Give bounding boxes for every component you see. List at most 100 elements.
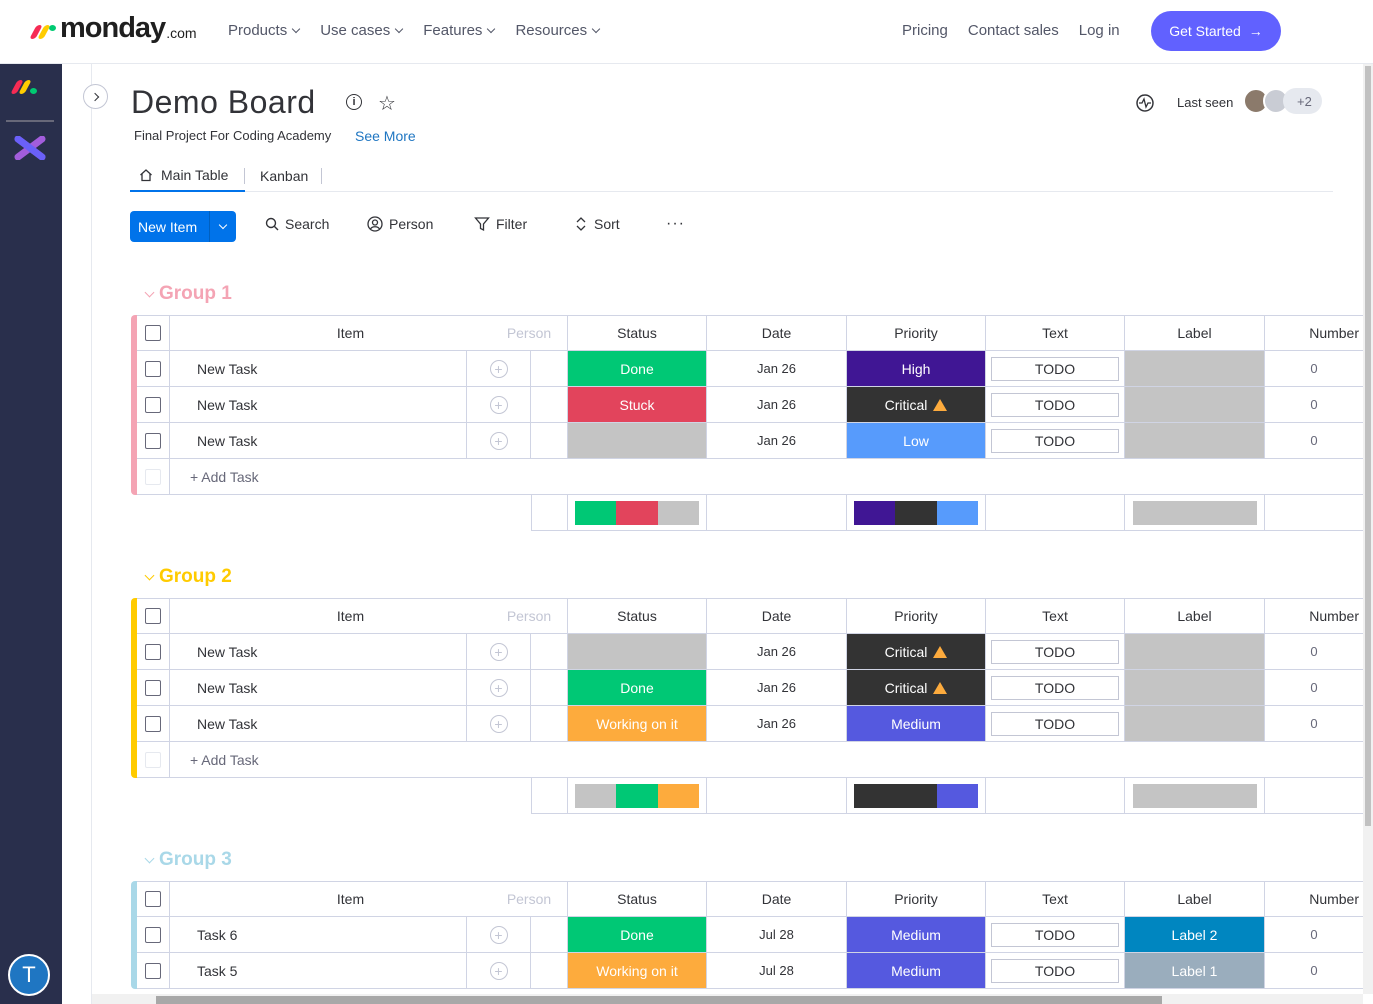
get-started-button[interactable]: Get Started → (1151, 11, 1281, 51)
sort-button[interactable]: Sort (574, 216, 620, 232)
label-cell[interactable] (1125, 351, 1265, 387)
add-update-button[interactable]: + (467, 387, 531, 423)
person-filter-button[interactable]: Person (367, 216, 433, 232)
priority-summary[interactable] (847, 495, 986, 531)
column-header-priority[interactable]: Priority (847, 598, 986, 634)
vertical-scrollbar-thumb[interactable] (1365, 66, 1371, 826)
text-value[interactable]: TODO (991, 675, 1119, 700)
priority-cell[interactable]: Critical (847, 670, 986, 706)
horizontal-scrollbar[interactable] (92, 994, 1363, 1004)
select-all-checkbox-cell[interactable] (137, 315, 170, 351)
add-task-input[interactable]: + Add Task (170, 459, 1363, 495)
status-cell[interactable] (568, 423, 707, 459)
add-update-button[interactable]: + (467, 423, 531, 459)
text-value[interactable]: TODO (991, 958, 1119, 983)
checkbox[interactable] (145, 962, 161, 979)
column-header-number[interactable]: Number (1265, 881, 1363, 917)
add-update-button[interactable]: + (467, 953, 531, 989)
row-checkbox-cell[interactable] (137, 423, 170, 459)
user-avatar[interactable]: T (8, 954, 50, 996)
login-link[interactable]: Log in (1079, 22, 1120, 39)
group-header[interactable]: Group 1 (144, 283, 232, 305)
vertical-scrollbar[interactable] (1363, 64, 1373, 994)
label-cell[interactable] (1125, 634, 1265, 670)
group-title[interactable]: Group 3 (159, 849, 232, 871)
number-cell[interactable]: 0 (1265, 917, 1363, 953)
column-header-label[interactable]: Label (1125, 598, 1265, 634)
label-cell[interactable] (1125, 387, 1265, 423)
label-cell[interactable]: Label 1 (1125, 953, 1265, 989)
text-value[interactable]: TODO (991, 922, 1119, 947)
group-title[interactable]: Group 2 (159, 566, 232, 588)
task-name[interactable]: New Task (170, 423, 467, 459)
column-header-person[interactable]: Person (491, 315, 568, 351)
column-header-number[interactable]: Number (1265, 598, 1363, 634)
tab-kanban[interactable]: Kanban (260, 160, 308, 192)
checkbox[interactable] (145, 926, 161, 943)
column-header-status[interactable]: Status (568, 315, 707, 351)
column-header-date[interactable]: Date (707, 315, 847, 351)
checkbox[interactable] (145, 715, 161, 732)
checkbox[interactable] (145, 396, 161, 413)
number-cell[interactable]: 0 (1265, 423, 1363, 459)
date-cell[interactable]: Jul 28 (707, 917, 847, 953)
column-header-person[interactable]: Person (491, 881, 568, 917)
add-update-button[interactable]: + (467, 351, 531, 387)
column-header-date[interactable]: Date (707, 881, 847, 917)
number-cell[interactable]: 0 (1265, 706, 1363, 742)
number-cell[interactable]: 0 (1265, 953, 1363, 989)
person-cell[interactable] (531, 387, 568, 423)
column-header-item[interactable]: Item (170, 315, 531, 351)
activity-icon[interactable] (1136, 94, 1154, 112)
text-cell[interactable]: TODO (986, 706, 1125, 742)
checkbox[interactable] (145, 643, 161, 660)
person-cell[interactable] (531, 423, 568, 459)
status-cell[interactable]: Working on it (568, 706, 707, 742)
row-checkbox-cell[interactable] (137, 706, 170, 742)
expand-sidebar-button[interactable] (83, 84, 108, 109)
task-name[interactable]: New Task (170, 387, 467, 423)
checkbox[interactable] (145, 432, 161, 449)
pricing-link[interactable]: Pricing (902, 22, 948, 39)
date-cell[interactable]: Jan 26 (707, 670, 847, 706)
row-checkbox-cell[interactable] (137, 670, 170, 706)
person-cell[interactable] (531, 706, 568, 742)
priority-cell[interactable]: Critical (847, 387, 986, 423)
priority-cell[interactable]: Medium (847, 953, 986, 989)
checkbox[interactable] (145, 679, 161, 696)
column-header-date[interactable]: Date (707, 598, 847, 634)
info-icon[interactable]: i (346, 94, 362, 110)
search-button[interactable]: Search (265, 216, 329, 232)
task-name[interactable]: Task 5 (170, 953, 467, 989)
group-header[interactable]: Group 3 (144, 849, 232, 871)
status-summary[interactable] (568, 495, 707, 531)
text-value[interactable]: TODO (991, 428, 1119, 453)
text-value[interactable]: TODO (991, 711, 1119, 736)
priority-cell[interactable]: Medium (847, 706, 986, 742)
add-update-button[interactable]: + (467, 706, 531, 742)
column-header-person[interactable]: Person (491, 598, 568, 634)
nav-resources[interactable]: Resources (515, 22, 601, 39)
row-checkbox-cell[interactable] (137, 634, 170, 670)
checkbox[interactable] (145, 608, 161, 624)
column-header-priority[interactable]: Priority (847, 881, 986, 917)
row-checkbox-cell[interactable] (137, 351, 170, 387)
number-cell[interactable]: 0 (1265, 351, 1363, 387)
contact-sales-link[interactable]: Contact sales (968, 22, 1059, 39)
task-name[interactable]: New Task (170, 670, 467, 706)
number-cell[interactable]: 0 (1265, 670, 1363, 706)
status-cell[interactable]: Stuck (568, 387, 707, 423)
star-icon[interactable]: ☆ (378, 91, 396, 116)
text-cell[interactable]: TODO (986, 670, 1125, 706)
text-cell[interactable]: TODO (986, 351, 1125, 387)
monday-logo[interactable]: monday .com (29, 12, 197, 45)
new-item-button[interactable]: New Item (130, 211, 236, 242)
column-header-text[interactable]: Text (986, 315, 1125, 351)
priority-cell[interactable]: Critical (847, 634, 986, 670)
more-options-button[interactable]: ··· (666, 215, 685, 233)
last-seen-avatars[interactable]: +2 (1243, 88, 1322, 114)
column-header-item[interactable]: Item (170, 598, 531, 634)
column-header-item[interactable]: Item (170, 881, 531, 917)
tab-main-table[interactable]: Main Table (130, 160, 245, 192)
date-cell[interactable]: Jan 26 (707, 351, 847, 387)
